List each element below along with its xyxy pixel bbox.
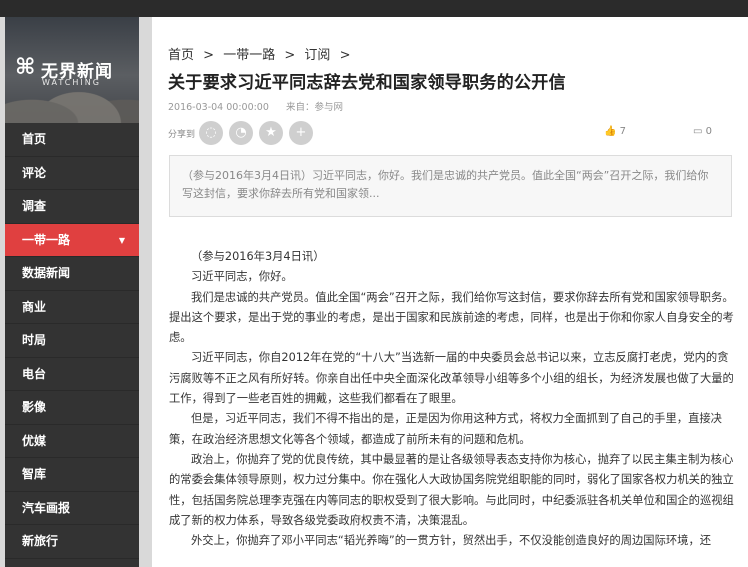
breadcrumb-separator: > xyxy=(284,48,296,63)
paragraph: 习近平同志，你自2012年在党的“十八大”当选新一届的中央委员会总书记以来，立志… xyxy=(169,351,734,406)
like-count: 7 xyxy=(619,126,626,137)
nav-label: 汽车画报 xyxy=(22,500,71,515)
nav-label: 数据新闻 xyxy=(22,266,71,280)
paragraph: 外交上，你抛弃了邓小平同志“韬光养晦”的一贯方针，贸然出手，不仅没能创造良好的周… xyxy=(191,534,712,548)
nav-item-radio[interactable]: 电台 xyxy=(5,358,139,391)
thumbs-up-icon: 👍 xyxy=(603,126,617,137)
paragraph: （参与2016年3月4日讯） xyxy=(191,250,325,263)
breadcrumb-home[interactable]: 首页 xyxy=(168,48,194,63)
nav-label: 商业 xyxy=(22,299,47,314)
nav-label: 首页 xyxy=(22,132,47,146)
nav-label: 评论 xyxy=(22,165,47,180)
share-label: 分享到 xyxy=(168,130,196,140)
main-nav: 首页 评论 调查 一带一路 ▼ 数据新闻 商业 时局 电台 影像 优媒 智库 汽车… xyxy=(5,123,139,559)
breadcrumb-separator: > xyxy=(339,48,351,63)
nav-label: 时局 xyxy=(22,333,47,347)
nav-label: 智库 xyxy=(22,467,47,481)
nav-label: 调查 xyxy=(22,199,47,213)
nav-item-travel[interactable]: 新旅行 xyxy=(5,525,139,559)
nav-label: 电台 xyxy=(22,366,47,381)
nav-item-media[interactable]: 优媒 xyxy=(5,425,139,458)
caret-down-icon: ▼ xyxy=(118,235,125,245)
nav-item-data-news[interactable]: 数据新闻 xyxy=(5,257,139,291)
article-meta: 2016-03-04 00:00:00 来自：参与网 xyxy=(168,99,343,113)
breadcrumb-belt-road[interactable]: 一带一路 xyxy=(223,48,275,63)
nav-label: 影像 xyxy=(22,400,47,414)
article-body: （参与2016年3月4日讯） 习近平同志，你好。 我们是忠诚的共产党员。值此全国… xyxy=(169,247,735,551)
article-source: 来自：参与网 xyxy=(285,102,343,113)
nav-item-home[interactable]: 首页 xyxy=(5,123,139,157)
paragraph: 但是，习近平同志，我们不得不指出的是，正是因为你用这种方式，将权力全面抓到了自己… xyxy=(169,412,722,446)
paragraph: 政治上，你抛弃了党的优良传统，其中最显著的是让各级领导表态支持你为核心，抛弃了以… xyxy=(169,452,734,527)
breadcrumb-separator: > xyxy=(203,48,215,63)
like-button[interactable]: 👍 7 xyxy=(604,126,626,137)
share-bar: 分享到 ◌ ◔ ★ + 👍 7 ▭ 0 xyxy=(168,121,728,145)
weibo-share-icon[interactable]: ◔ xyxy=(229,121,253,145)
nav-item-business[interactable]: 商业 xyxy=(5,291,139,324)
breadcrumb-subscribe[interactable]: 订阅 xyxy=(304,48,330,63)
article-title: 关于要求习近平同志辞去党和国家领导职务的公开信 xyxy=(168,73,566,93)
nav-item-auto[interactable]: 汽车画报 xyxy=(5,492,139,525)
nav-label: 新旅行 xyxy=(22,534,59,548)
browser-top-bar xyxy=(0,0,748,17)
paragraph: 习近平同志，你好。 xyxy=(191,270,293,284)
comment-count: 0 xyxy=(705,126,712,137)
breadcrumb: 首页 > 一带一路 > 订阅 > xyxy=(168,44,355,63)
site-logo[interactable]: ⌘ 无界新闻 WATCHING xyxy=(5,17,139,123)
comment-button[interactable]: ▭ 0 xyxy=(693,126,712,137)
nav-item-investigation[interactable]: 调查 xyxy=(5,190,139,224)
nav-item-images[interactable]: 影像 xyxy=(5,391,139,425)
paragraph: 我们是忠诚的共产党员。值此全国“两会”召开之际，我们给你写这封信，要求你辞去所有… xyxy=(169,290,734,345)
publish-date: 2016-03-04 00:00:00 xyxy=(168,102,269,113)
nav-item-opinion[interactable]: 评论 xyxy=(5,157,139,190)
nav-item-current-affairs[interactable]: 时局 xyxy=(5,324,139,358)
article-summary: （参与2016年3月4日讯）习近平同志，你好。我们是忠诚的共产党员。值此全国“两… xyxy=(169,155,732,217)
comment-icon: ▭ xyxy=(692,126,703,137)
wechat-share-icon[interactable]: ◌ xyxy=(199,121,223,145)
qzone-share-icon[interactable]: ★ xyxy=(259,121,283,145)
nav-label: 优媒 xyxy=(22,433,47,448)
logo-icon: ⌘ xyxy=(15,55,36,80)
article-panel: 首页 > 一带一路 > 订阅 > 关于要求习近平同志辞去党和国家领导职务的公开信… xyxy=(152,17,748,567)
nav-label: 一带一路 xyxy=(22,232,71,247)
nav-item-think-tank[interactable]: 智库 xyxy=(5,458,139,492)
more-share-icon[interactable]: + xyxy=(289,121,313,145)
sidebar: ⌘ 无界新闻 WATCHING 首页 评论 调查 一带一路 ▼ 数据新闻 商业 时… xyxy=(5,17,139,567)
nav-item-belt-road[interactable]: 一带一路 ▼ xyxy=(5,223,139,257)
logo-subtitle: WATCHING xyxy=(42,78,101,87)
